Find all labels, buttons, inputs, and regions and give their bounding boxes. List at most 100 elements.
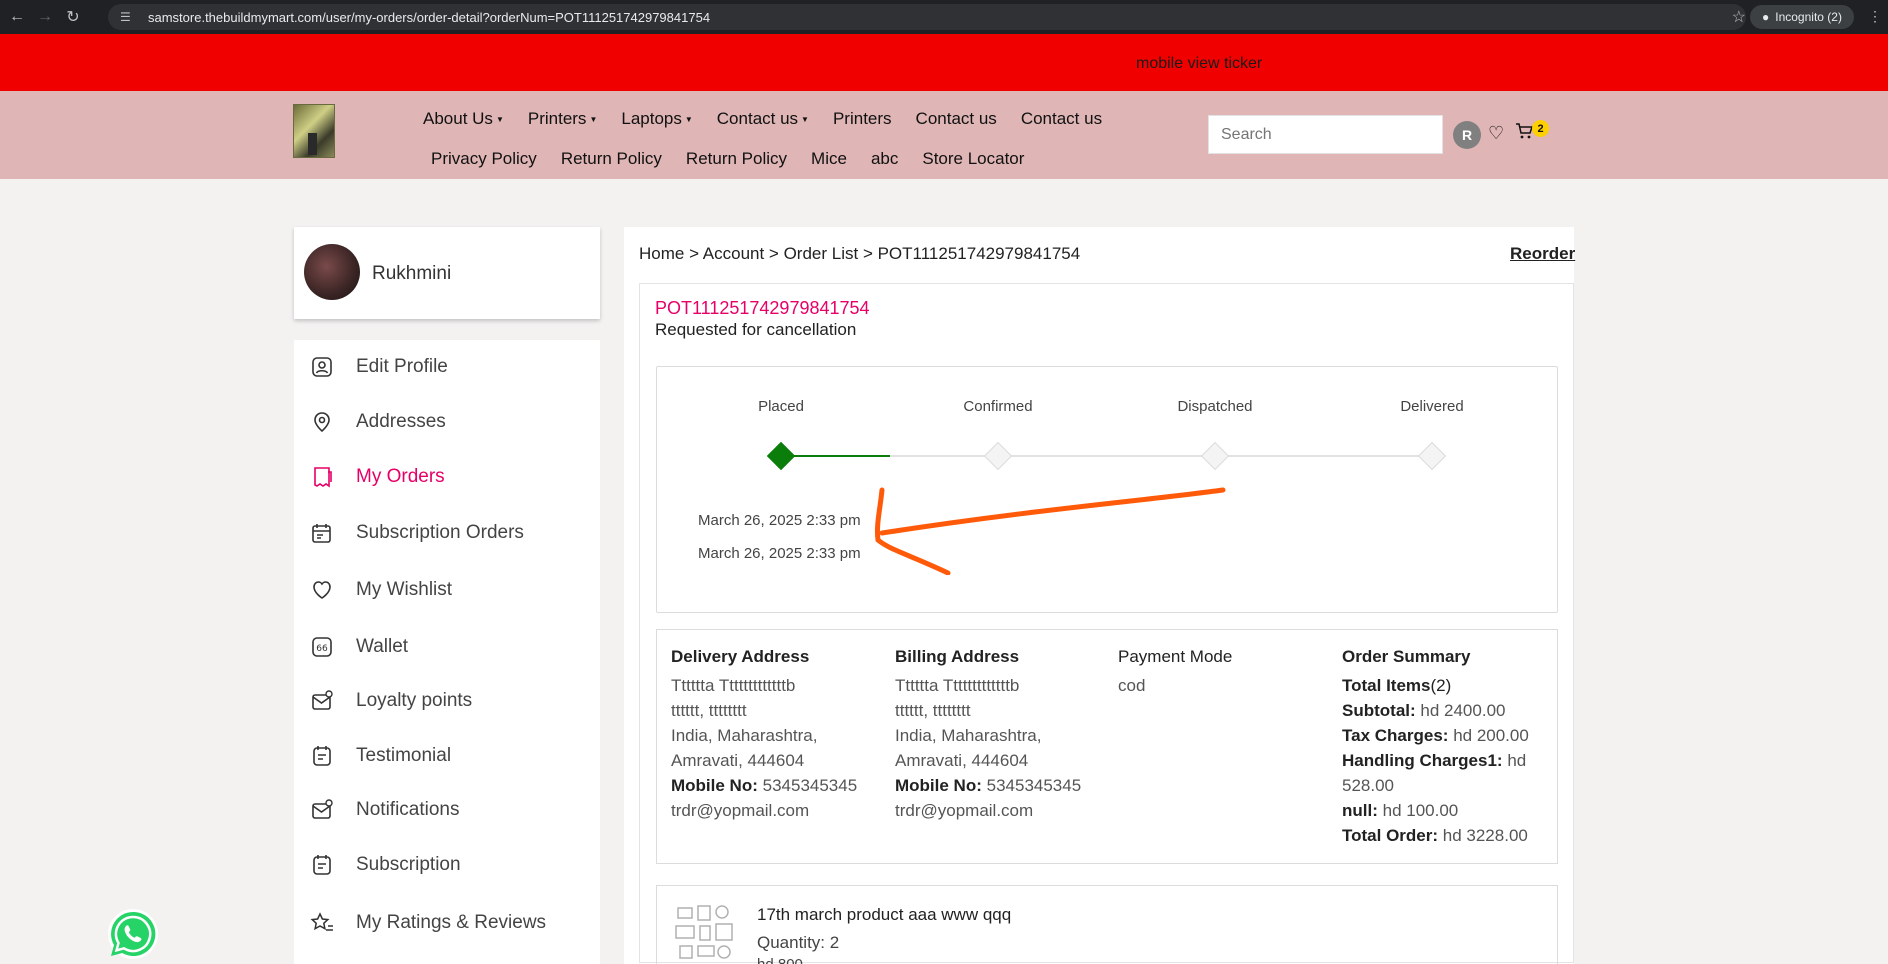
address-bar[interactable]: ☰ samstore.thebuildmymart.com/user/my-or… — [108, 4, 1746, 30]
sidebar-item-label: Subscription — [356, 854, 461, 875]
caret-down-icon: ▼ — [684, 114, 693, 124]
mobile-value: 5345345345 — [986, 776, 1082, 795]
email-line: trdr@yopmail.com — [671, 801, 810, 820]
summary-label: Subtotal: — [1342, 701, 1416, 720]
address-line: tttttt, tttttttt — [671, 701, 747, 720]
menu-item-store-locator[interactable]: Store Locator — [922, 149, 1024, 169]
menu-item-about-us[interactable]: About Us ▼ — [423, 109, 504, 129]
tracker-progress-line — [781, 455, 890, 457]
receipt-icon — [310, 465, 334, 489]
menu-item-return-policy[interactable]: Return Policy — [561, 149, 662, 169]
summary-label: null: — [1342, 801, 1378, 820]
store-logo[interactable] — [293, 104, 335, 158]
browser-menu-icon[interactable]: ⋮ — [1868, 8, 1882, 25]
payment-mode-heading: Payment Mode — [1118, 647, 1233, 666]
sidebar-item-label: My Ratings & Reviews — [356, 912, 547, 933]
menu-label: Contact us — [915, 109, 997, 128]
summary-label: Total Order: — [1342, 826, 1439, 845]
product-thumbnail[interactable] — [672, 902, 736, 964]
bookmark-star-icon[interactable]: ☆ — [1732, 7, 1746, 27]
summary-handling: Handling Charges1: hd 528.00 — [1342, 748, 1542, 798]
step-label-confirmed: Confirmed — [963, 398, 1033, 415]
menu-item-contact-dropdown[interactable]: Contact us ▼ — [717, 109, 809, 129]
caret-down-icon: ▼ — [495, 114, 504, 124]
sidebar-item-addresses[interactable]: Addresses — [294, 402, 600, 442]
incognito-badge[interactable]: ● Incognito (2) — [1750, 5, 1854, 29]
menu-label: Return Policy — [560, 149, 662, 168]
menu-item-contact-us[interactable]: Contact us — [916, 109, 997, 129]
cart-icon[interactable] — [1515, 122, 1534, 145]
menu-item-mice[interactable]: Mice — [811, 149, 847, 169]
reorder-link[interactable]: Reorder — [1510, 244, 1575, 264]
sidebar-item-label: Addresses — [356, 411, 446, 432]
menu-label: Laptops — [621, 109, 682, 128]
site-header: About Us ▼ Printers ▼ Laptops ▼ Contact us ▼… — [0, 91, 1888, 179]
summary-value: hd 2400.00 — [1420, 701, 1506, 720]
menu-item-return-policy-2[interactable]: Return Policy — [686, 149, 787, 169]
profile-card: Rukhmini — [294, 227, 600, 319]
search-input[interactable] — [1208, 115, 1443, 154]
reload-icon[interactable]: ↻ — [62, 6, 84, 28]
menu-item-laptops[interactable]: Laptops ▼ — [621, 109, 692, 129]
menu-label: Privacy Policy — [431, 149, 537, 168]
menu-label: Printers — [527, 109, 587, 128]
caret-down-icon: ▼ — [801, 114, 809, 124]
menu-label: About Us — [423, 109, 493, 128]
summary-value: (2) — [1430, 676, 1452, 695]
sidebar-item-my-ratings-reviews[interactable]: My Ratings & Reviews — [294, 903, 600, 943]
breadcrumb[interactable]: Home > Account > Order List > POT1112517… — [639, 244, 1080, 264]
menu-item-contact-us-2[interactable]: Contact us — [1021, 109, 1102, 129]
mobile-label: Mobile No: — [895, 776, 982, 795]
sidebar-item-label: Testimonial — [356, 745, 452, 766]
sidebar-item-label: Wallet — [356, 636, 409, 657]
menu-item-abc[interactable]: abc — [871, 149, 898, 169]
sidebar-item-edit-profile[interactable]: Edit Profile — [294, 347, 600, 387]
sidebar-item-subscription-orders[interactable]: Subscription Orders — [294, 513, 600, 553]
sidebar-item-loyalty-points[interactable]: Loyalty points — [294, 681, 600, 721]
location-pin-icon — [310, 410, 334, 434]
email-line: trdr@yopmail.com — [895, 801, 1034, 820]
calendar-icon — [310, 521, 334, 545]
menu-item-privacy-policy[interactable]: Privacy Policy — [431, 149, 537, 169]
address-line: Amravati, 444604 — [895, 751, 1029, 770]
sidebar-item-my-orders[interactable]: My Orders — [294, 457, 600, 497]
user-avatar[interactable]: R — [1453, 121, 1481, 149]
wishlist-heart-icon[interactable]: ♡ — [1488, 123, 1504, 144]
heart-icon — [310, 578, 334, 602]
menu-label: Printers — [832, 109, 892, 128]
star-review-icon — [310, 911, 334, 935]
incognito-icon: ● — [1762, 10, 1770, 24]
bell-mail-icon — [310, 798, 334, 822]
site-settings-icon[interactable]: ☰ — [120, 10, 136, 24]
summary-label: Tax Charges: — [1342, 726, 1449, 745]
summary-label: Total Items — [1342, 676, 1431, 695]
summary-value: hd 100.00 — [1382, 801, 1459, 820]
summary-tax: Tax Charges: hd 200.00 — [1342, 723, 1542, 748]
sidebar-item-label: Subscription Orders — [356, 522, 524, 543]
sidebar-item-notifications[interactable]: Notifications — [294, 790, 600, 830]
sidebar-item-testimonial[interactable]: Testimonial — [294, 736, 600, 776]
menu-item-printers[interactable]: Printers — [833, 109, 892, 129]
sidebar-item-subscription[interactable]: Subscription — [294, 845, 600, 885]
sidebar-item-wallet[interactable]: 66 Wallet — [294, 627, 600, 667]
sidebar-item-label: My Wishlist — [356, 579, 453, 600]
summary-value: hd 200.00 — [1453, 726, 1529, 745]
forward-icon[interactable]: → — [34, 6, 56, 28]
menu-label: Contact us — [716, 109, 799, 128]
menu-item-printers-dropdown[interactable]: Printers ▼ — [528, 109, 598, 129]
wallet-icon: 66 — [310, 635, 334, 659]
back-icon[interactable]: ← — [6, 6, 28, 28]
step-label-dispatched: Dispatched — [1177, 398, 1253, 415]
user-icon — [310, 355, 334, 379]
whatsapp-icon[interactable] — [106, 907, 160, 961]
order-number: POT111251742979841754 — [655, 298, 870, 318]
sidebar-item-label: My Orders — [356, 466, 445, 487]
sidebar-item-label: Edit Profile — [356, 356, 448, 377]
product-name[interactable]: 17th march product aaa www qqq — [757, 905, 1011, 925]
cart-count-badge: 2 — [1532, 120, 1549, 137]
summary-value: hd 3228.00 — [1442, 826, 1528, 845]
delivery-address-heading: Delivery Address — [671, 647, 810, 666]
note-icon — [310, 853, 334, 877]
sidebar-item-my-wishlist[interactable]: My Wishlist — [294, 570, 600, 610]
mobile-line: Mobile No: 5345345345 — [895, 773, 1105, 798]
